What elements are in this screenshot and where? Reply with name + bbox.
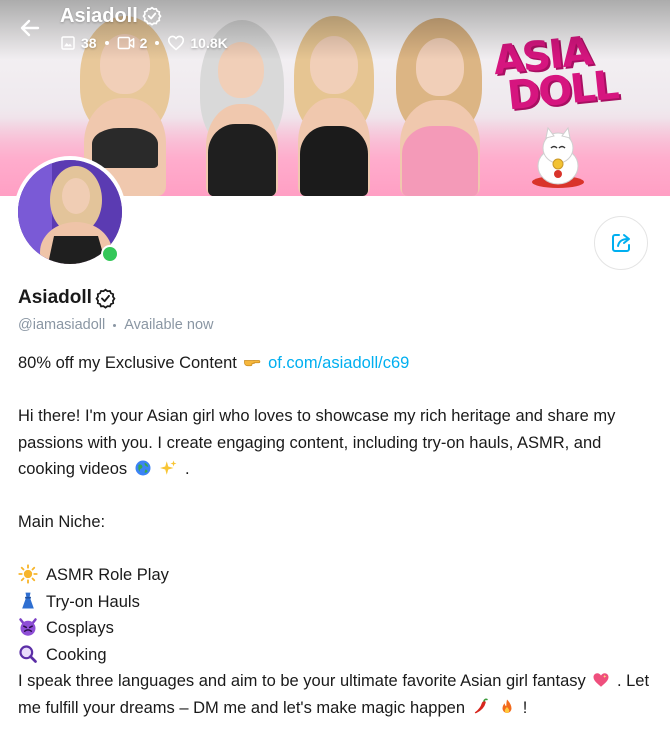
bio-intro: Hi there! I'm your Asian girl who loves … xyxy=(18,403,658,483)
bio-closing-text-1: I speak three languages and aim to be yo… xyxy=(18,672,586,690)
stats-separator xyxy=(155,41,160,45)
niche-item: Cooking xyxy=(18,642,658,669)
stats-separator xyxy=(104,41,109,45)
heart-icon xyxy=(168,35,185,51)
profile-display-name: Asiadoll xyxy=(18,287,92,308)
sun-icon xyxy=(18,564,38,584)
profile-page: ASIA DOLL Asiadoll xyxy=(0,0,670,738)
share-button[interactable] xyxy=(594,216,648,270)
chili-pepper-icon xyxy=(474,698,488,713)
fire-icon xyxy=(502,699,512,713)
pointing-hand-icon xyxy=(244,360,261,367)
sparkles-icon xyxy=(160,460,177,475)
globe-icon xyxy=(135,460,151,476)
niche-label: Try-on Hauls xyxy=(46,592,140,611)
niche-heading: Main Niche: xyxy=(18,513,106,531)
arrow-left-icon xyxy=(20,19,40,37)
niche-item: Try-on Hauls xyxy=(18,589,658,616)
bio-intro-text: Hi there! I'm your Asian girl who loves … xyxy=(18,407,616,478)
handle-separator xyxy=(113,323,117,327)
profile-bio: 80% off my Exclusive Content of.com/asia… xyxy=(18,350,658,721)
profile-handle-row: @iamasiadoll Available now xyxy=(18,317,213,333)
video-icon xyxy=(117,36,134,50)
online-status-indicator xyxy=(101,245,119,263)
availability-status: Available now xyxy=(124,317,214,333)
image-icon xyxy=(61,36,75,50)
devil-face-icon xyxy=(19,618,37,636)
promo-text: 80% off my Exclusive Content xyxy=(18,354,237,372)
videos-stat[interactable]: 2 xyxy=(117,35,148,51)
magnifier-icon xyxy=(19,644,37,663)
verified-icon xyxy=(95,288,116,309)
banner-display-name: Asiadoll xyxy=(60,4,138,27)
niche-label: Cooking xyxy=(46,645,107,664)
niche-item: ASMR Role Play xyxy=(18,562,658,589)
verified-icon xyxy=(142,6,162,26)
bio-promo-line: 80% off my Exclusive Content of.com/asia… xyxy=(18,350,658,377)
dress-icon xyxy=(22,592,34,608)
heart-sparkle-icon xyxy=(593,673,609,687)
photos-stat[interactable]: 38 xyxy=(60,35,97,51)
niche-label: Cosplays xyxy=(46,619,114,637)
bio-intro-end: . xyxy=(184,460,190,478)
bio-closing-text-3: ! xyxy=(522,698,528,717)
bio-closing: I speak three languages and aim to be yo… xyxy=(18,668,658,721)
banner-title: Asiadoll xyxy=(60,4,162,28)
niche-label: ASMR Role Play xyxy=(46,566,169,584)
profile-name-row: Asiadoll xyxy=(18,287,116,309)
profile-handle: @iamasiadoll xyxy=(18,317,106,333)
photos-count: 38 xyxy=(81,35,97,51)
share-icon xyxy=(612,234,630,252)
likes-count: 10.8K xyxy=(190,35,228,51)
back-button[interactable] xyxy=(14,12,46,44)
niche-item: Cosplays xyxy=(18,615,658,642)
videos-count: 2 xyxy=(139,35,148,51)
lucky-cat-icon xyxy=(532,126,584,188)
banner-stats: 38 2 10.8K xyxy=(60,32,228,54)
likes-stat[interactable]: 10.8K xyxy=(167,35,228,51)
promo-link[interactable]: of.com/asiadoll/c69 xyxy=(268,354,409,372)
